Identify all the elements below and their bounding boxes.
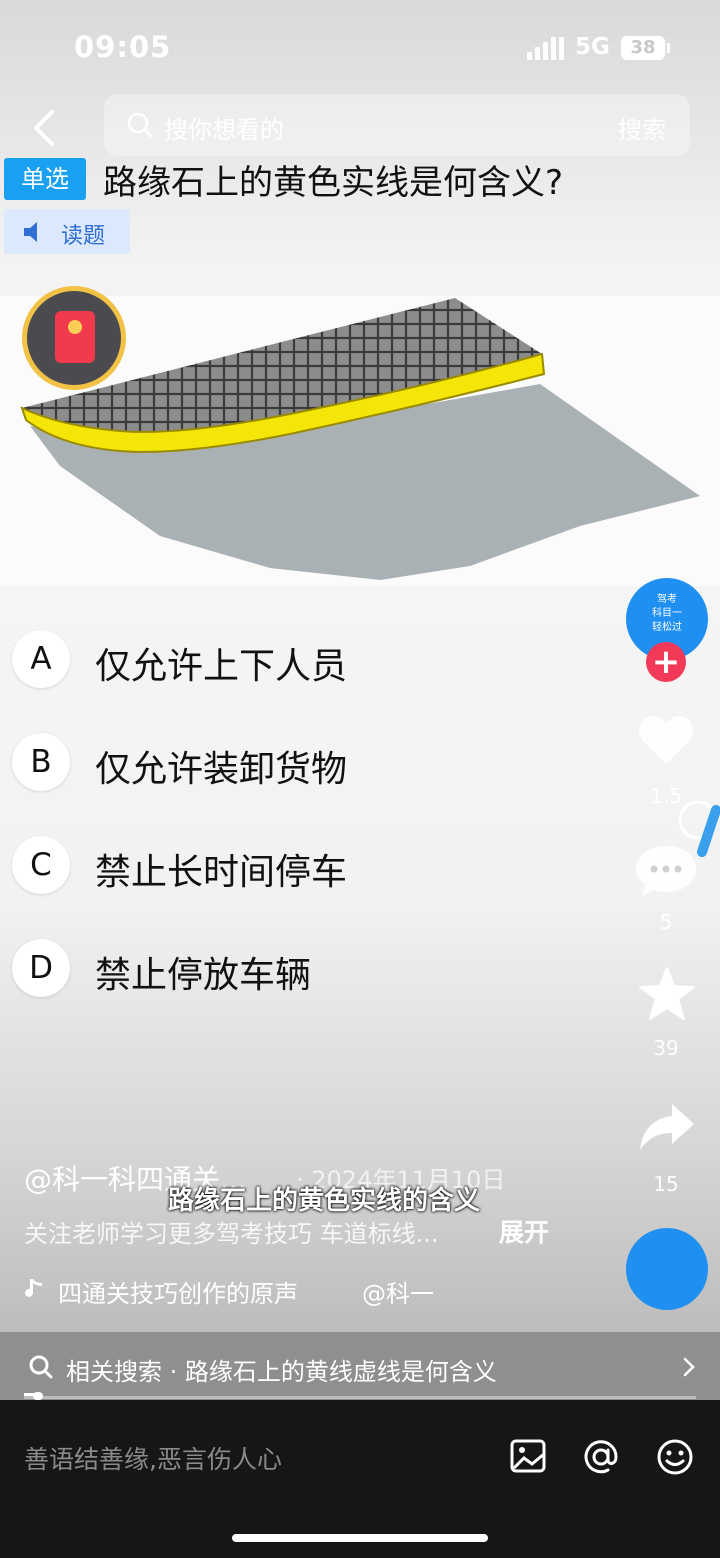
option-c[interactable]: C 禁止长时间停车 [12,836,572,896]
expand-button[interactable]: 展开 [499,1213,549,1249]
option-a[interactable]: A 仅允许上下人员 [12,630,572,690]
search-input[interactable]: 搜你想看的 搜索 [104,94,690,156]
back-arrow-icon[interactable] [26,106,66,150]
search-button[interactable]: 搜索 [618,110,666,145]
video-caption: 路缘石上的黄色实线的含义 [168,1186,481,1216]
chevron-right-icon [683,1357,695,1377]
single-choice-tag: 单选 [4,158,86,200]
option-letter: C [12,836,70,894]
option-text: 禁止停放车辆 [95,955,312,996]
search-icon [29,1355,53,1379]
follow-button[interactable]: + [646,642,686,682]
post-description: 关注老师学习更多驾考技巧 车道标线... [24,1220,439,1248]
option-text: 仅允许装卸货物 [95,749,348,790]
avatar-line: 轻松过 [652,622,682,633]
battery-icon: 38 [621,36,665,60]
network-type: 5G [575,34,610,60]
option-letter: B [12,733,70,791]
related-search-bar[interactable]: 相关搜索 · 路缘石上的黄线虚线是何含义 [0,1332,720,1400]
question-text: 路缘石上的黄色实线是何含义? [103,163,564,203]
read-question-label: 读题 [61,224,106,249]
progress-knob[interactable] [33,1392,43,1400]
option-b[interactable]: B 仅允许装卸货物 [12,733,572,793]
option-letter: A [12,630,70,688]
option-letter: D [12,939,70,997]
share-count: 15 [653,1172,679,1196]
red-packet-button[interactable] [22,286,126,390]
music-disc[interactable] [626,1228,708,1310]
music-title[interactable]: 四通关技巧创作的原声 [58,1274,298,1309]
like-heart-icon[interactable] [636,712,696,768]
related-search-text: 相关搜索 · 路缘石上的黄线虚线是何含义 [66,1358,497,1386]
status-time: 09:05 [74,30,172,64]
avatar-line: 科目一 [652,608,682,619]
comment-bubble-icon[interactable] [634,842,698,898]
comment-input[interactable]: 善语结善缘,恶言伤人心 [24,1440,282,1476]
search-placeholder: 搜你想看的 [164,116,284,144]
comment-count: 5 [659,910,673,934]
status-bar: 09:05 5G 38 [0,0,720,96]
battery-tip [667,43,670,53]
music-note-icon [25,1279,42,1297]
search-icon [127,112,153,138]
option-text: 禁止长时间停车 [95,852,348,893]
favorite-count: 39 [653,1036,679,1060]
option-d[interactable]: D 禁止停放车辆 [12,939,572,999]
favorite-star-icon[interactable] [638,966,696,1022]
read-question-button[interactable]: 读题 [4,209,130,254]
home-indicator[interactable] [232,1534,488,1542]
music-mention[interactable]: @科一 [362,1274,434,1309]
mention-at-icon[interactable] [582,1438,620,1476]
image-icon[interactable] [510,1438,546,1474]
emoji-icon[interactable] [656,1438,694,1476]
red-envelope-seal [68,320,82,334]
avatar-line: 驾考 [657,594,677,605]
comment-bar: 善语结善缘,恶言伤人心 [0,1400,720,1558]
share-arrow-icon[interactable] [638,1102,696,1152]
red-packet-inner [27,291,121,385]
red-envelope-icon [55,311,95,363]
speaker-icon [24,222,37,242]
video-progress-bar[interactable] [24,1392,696,1400]
option-text: 仅允许上下人员 [95,646,348,687]
signal-icon [527,37,564,60]
